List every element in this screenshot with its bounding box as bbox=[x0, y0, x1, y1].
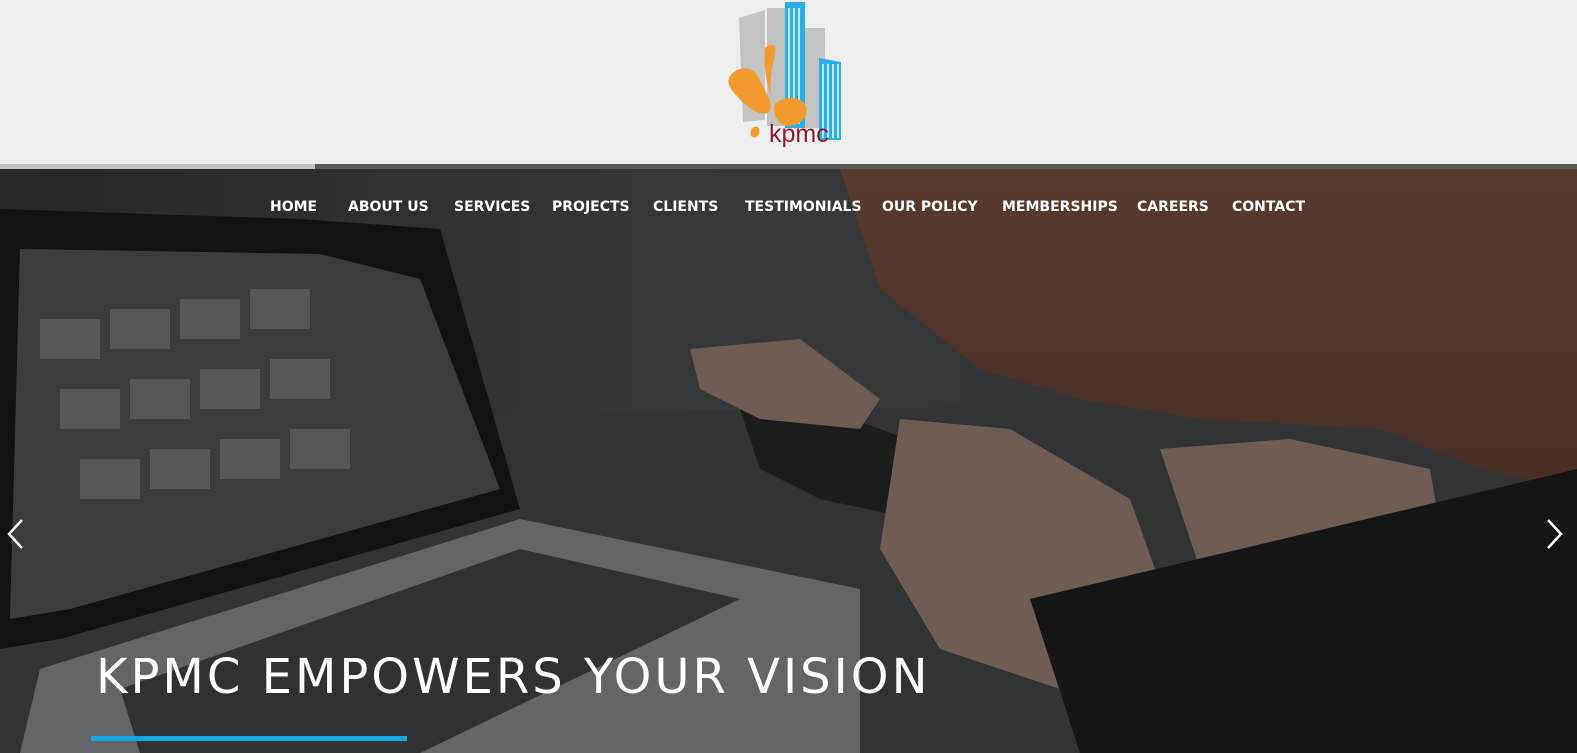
hero-title: KPMC EMPOWERS YOUR VISION bbox=[96, 649, 931, 705]
nav-item-projects[interactable]: PROJECTS bbox=[552, 199, 630, 215]
chevron-left-icon bbox=[7, 519, 23, 549]
main-nav: HOME ABOUT US SERVICES PROJECTS CLIENTS … bbox=[0, 199, 1577, 215]
nav-item-our-policy[interactable]: OUR POLICY bbox=[882, 199, 978, 215]
nav-item-clients[interactable]: CLIENTS bbox=[653, 199, 718, 215]
hero-title-underline bbox=[91, 736, 407, 741]
nav-item-careers[interactable]: CAREERS bbox=[1137, 199, 1209, 215]
nav-item-services[interactable]: SERVICES bbox=[454, 199, 530, 215]
hero-slider: HOME ABOUT US SERVICES PROJECTS CLIENTS … bbox=[0, 169, 1577, 753]
logo-wordmark: kpmc bbox=[769, 120, 829, 148]
nav-item-testimonials[interactable]: TESTIMONIALS bbox=[745, 199, 862, 215]
nav-item-contact[interactable]: CONTACT bbox=[1232, 199, 1305, 215]
nav-item-memberships[interactable]: MEMBERSHIPS bbox=[1002, 199, 1118, 215]
slider-prev-button[interactable] bbox=[4, 517, 28, 551]
nav-item-about-us[interactable]: ABOUT US bbox=[348, 199, 429, 215]
nav-item-home[interactable]: HOME bbox=[270, 199, 317, 215]
slider-next-button[interactable] bbox=[1542, 517, 1566, 551]
site-header: kpmc bbox=[0, 0, 1577, 164]
chevron-right-icon bbox=[1547, 519, 1563, 549]
